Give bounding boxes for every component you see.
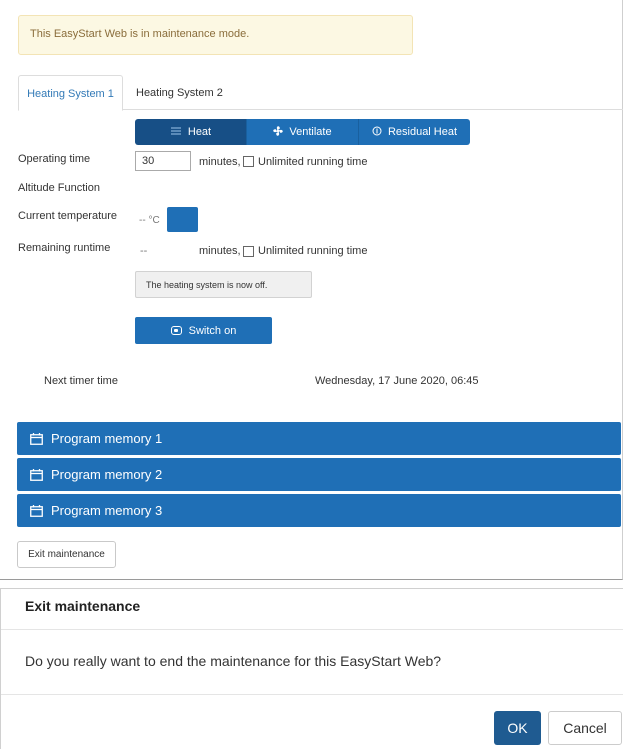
dialog-header-divider [1,629,623,630]
dialog-message: Do you really want to end the maintenanc… [25,653,442,669]
heating-system-tabs: Heating System 1 Heating System 2 [18,75,623,111]
altitude-function-label: Altitude Function [18,182,100,194]
current-temperature-value: -- °C [139,215,160,226]
maintenance-alert: This EasyStart Web is in maintenance mod… [18,15,413,55]
operating-time-input[interactable]: 30 [135,151,191,171]
mode-residual-heat-button[interactable]: Residual Heat [359,119,470,145]
dialog-title: Exit maintenance [25,598,141,614]
switch-on-label: Switch on [188,324,237,337]
remaining-runtime-label: Remaining runtime [18,242,111,254]
remaining-runtime-value: -- [140,245,148,257]
operating-time-unlimited-label: Unlimited running time [258,156,368,168]
heat-icon [170,126,182,138]
program-memory-2[interactable]: Program memory 2 [17,458,621,491]
remaining-runtime-unit: minutes, [199,245,241,257]
exit-maintenance-button[interactable]: Exit maintenance [17,541,116,568]
residual-heat-icon [372,126,382,139]
mode-heat-label: Heat [187,126,212,138]
ok-button[interactable]: OK [494,711,541,745]
operating-time-label: Operating time [18,153,91,165]
program-memory-label: Program memory 3 [51,503,163,518]
remaining-runtime-unlimited-checkbox[interactable] [243,246,254,257]
maintenance-panel: This EasyStart Web is in maintenance mod… [0,0,623,580]
switch-on-button[interactable]: Switch on [135,317,272,344]
mode-ventilate-button[interactable]: Ventilate [247,119,359,145]
next-timer-value: Wednesday, 17 June 2020, 06:45 [315,375,479,387]
fan-icon [273,125,284,139]
program-memory-label: Program memory 2 [51,467,163,482]
temperature-color-indicator [167,207,198,232]
program-memory-1[interactable]: Program memory 1 [17,422,621,455]
alert-text: This EasyStart Web is in maintenance mod… [30,28,250,40]
calendar-icon [30,468,43,481]
tab-heating-system-2[interactable]: Heating System 2 [136,75,223,110]
operating-time-unit: minutes, [199,156,241,168]
mode-residual-heat-label: Residual Heat [387,126,458,138]
program-memory-3[interactable]: Program memory 3 [17,494,621,527]
program-memory-label: Program memory 1 [51,431,163,446]
next-timer-label: Next timer time [44,375,118,387]
mode-heat-button[interactable]: Heat [135,119,247,145]
current-temperature-label: Current temperature [18,210,118,222]
remaining-runtime-unlimited-label: Unlimited running time [258,245,368,257]
calendar-icon [30,504,43,517]
mode-selector: Heat Ventilate Residual Heat [135,119,470,145]
calendar-icon [30,432,43,445]
dialog-footer-divider [1,694,623,695]
exit-maintenance-dialog: Exit maintenance Do you really want to e… [0,588,623,749]
status-message: The heating system is now off. [135,271,312,298]
operating-time-unlimited-checkbox[interactable] [243,156,254,167]
mode-ventilate-label: Ventilate [289,126,332,138]
power-toggle-icon [170,326,182,335]
tab-heating-system-1[interactable]: Heating System 1 [18,75,123,111]
cancel-button[interactable]: Cancel [548,711,622,745]
